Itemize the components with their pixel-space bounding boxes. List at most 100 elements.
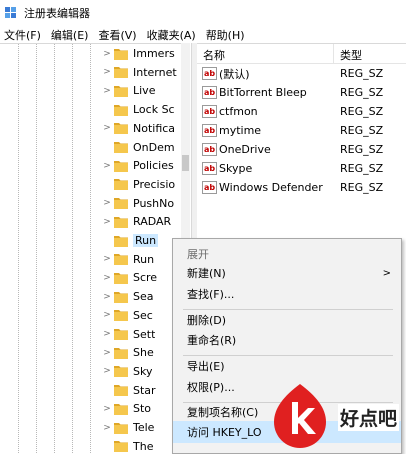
folder-icon <box>114 160 128 172</box>
value-type: REG_SZ <box>340 67 384 80</box>
value-name: BitTorrent Bleep <box>219 86 307 99</box>
value-name: Windows Defender <box>219 181 323 194</box>
tree-item-label: Precisio <box>133 177 176 191</box>
value-name: ctfmon <box>219 105 258 118</box>
tree-item[interactable]: Lock Sc <box>100 100 190 119</box>
expand-chevron-icon[interactable]: > <box>100 49 114 59</box>
string-value-icon: ab <box>202 181 217 194</box>
value-row[interactable]: ab OneDrive REG_SZ <box>197 140 406 159</box>
column-separator[interactable] <box>333 44 334 63</box>
expand-chevron-icon[interactable]: > <box>100 404 114 414</box>
value-row[interactable]: ab Skype REG_SZ <box>197 159 406 178</box>
menu-view[interactable]: 查看(V) <box>94 27 142 43</box>
folder-icon <box>114 329 128 340</box>
menu-file[interactable]: 文件(F) <box>0 27 47 43</box>
registry-tree[interactable]: > Immers > Internet > Live Lock Sc > Notifica OnD… <box>0 43 190 453</box>
column-header-name[interactable]: 名称 <box>203 47 225 63</box>
expand-chevron-icon[interactable]: > <box>100 292 114 302</box>
tree-item-label: Sky <box>133 364 153 378</box>
value-row[interactable]: ab mytime REG_SZ <box>197 121 406 140</box>
expand-chevron-icon[interactable]: > <box>100 86 114 96</box>
menu-favorites[interactable]: 收藏夹(A) <box>143 27 202 43</box>
expand-chevron-icon[interactable]: > <box>100 198 114 208</box>
tree-guide-line <box>90 44 91 453</box>
folder-icon <box>114 104 128 116</box>
folder-icon <box>114 123 128 135</box>
tree-guide-line <box>54 44 55 453</box>
tree-item[interactable]: > Internet <box>100 63 190 82</box>
context-item-label: 展开 <box>187 248 209 261</box>
context-item-label: 重命名(R) <box>187 334 237 347</box>
value-row[interactable]: ab BitTorrent Bleep REG_SZ <box>197 83 406 102</box>
folder-icon <box>114 347 128 359</box>
window-title: 注册表编辑器 <box>24 7 90 20</box>
value-row[interactable]: ab Windows Defender REG_SZ <box>197 178 406 197</box>
value-type: REG_SZ <box>340 105 384 118</box>
tree-item[interactable]: > Live <box>100 81 190 100</box>
tree-guide-line <box>36 44 37 453</box>
value-name: Skype <box>219 162 253 175</box>
expand-chevron-icon[interactable]: > <box>100 329 114 339</box>
value-type: REG_SZ <box>340 124 384 137</box>
value-name: OneDrive <box>219 143 271 156</box>
tree-item[interactable]: OnDem <box>100 138 190 157</box>
folder-icon <box>114 254 128 266</box>
tree-item-label: She <box>133 346 154 360</box>
string-value-icon: ab <box>202 105 217 118</box>
expand-chevron-icon[interactable]: > <box>100 273 114 283</box>
tree-item[interactable]: > Notifica <box>100 119 190 138</box>
expand-chevron-icon[interactable]: > <box>100 423 114 433</box>
tree-item-label: Internet <box>133 65 177 79</box>
context-item-rename[interactable]: 重命名(R) <box>173 329 401 351</box>
tree-item-label: Lock Sc <box>133 103 175 117</box>
tree-guide-line <box>18 44 19 453</box>
menu-edit[interactable]: 编辑(E) <box>47 27 95 43</box>
context-item-export[interactable]: 导出(E) <box>173 355 401 377</box>
tree-guide-line <box>72 44 73 453</box>
tree-item[interactable]: > RADAR <box>100 212 190 231</box>
tree-item-label: Run <box>133 252 155 266</box>
expand-chevron-icon[interactable]: > <box>100 310 114 320</box>
tree-item-label: Sett <box>133 327 156 341</box>
context-item-delete[interactable]: 删除(D) <box>173 309 401 331</box>
menu-help[interactable]: 帮助(H) <box>202 27 251 43</box>
tree-item-label: Sec <box>133 308 153 322</box>
folder-icon <box>114 198 128 210</box>
value-type: REG_SZ <box>340 143 384 156</box>
expand-chevron-icon[interactable]: > <box>100 161 114 171</box>
tree-item-label: PushNo <box>133 196 175 210</box>
folder-icon <box>114 310 128 322</box>
folder-icon <box>114 216 128 228</box>
folder-icon <box>114 67 128 79</box>
expand-chevron-icon[interactable]: > <box>100 67 114 77</box>
expand-chevron-icon[interactable]: > <box>100 217 114 227</box>
folder-icon <box>114 85 128 97</box>
tree-item-label: The <box>133 439 154 453</box>
folder-icon <box>114 272 128 284</box>
tree-item[interactable]: > Policies <box>100 156 190 175</box>
value-name: (默认) <box>219 67 250 81</box>
expand-chevron-icon[interactable]: > <box>100 123 114 133</box>
context-item-label: 导出(E) <box>187 360 225 373</box>
context-item-new[interactable]: 新建(N) > <box>173 262 401 284</box>
tree-item[interactable]: > PushNo <box>100 194 190 213</box>
context-item-label: 删除(D) <box>187 314 227 327</box>
tree-item-label: Tele <box>133 421 155 434</box>
column-header-type[interactable]: 类型 <box>340 47 362 63</box>
value-row[interactable]: ab (默认) REG_SZ <box>197 64 406 83</box>
expand-chevron-icon[interactable]: > <box>100 348 114 358</box>
expand-chevron-icon[interactable]: > <box>100 366 114 376</box>
expand-chevron-icon[interactable]: > <box>100 254 114 264</box>
context-item-find[interactable]: 查找(F)... <box>173 283 401 305</box>
tree-scrollbar-thumb[interactable] <box>182 155 189 171</box>
tree-item-label: OnDem <box>133 140 175 154</box>
value-row[interactable]: ab ctfmon REG_SZ <box>197 102 406 121</box>
tree-item[interactable]: > Immers <box>100 44 190 63</box>
tree-item-label: Policies <box>133 159 174 173</box>
tree-item[interactable]: Precisio <box>100 175 190 194</box>
values-header: 名称 类型 <box>197 44 406 64</box>
folder-icon <box>114 441 128 453</box>
folder-icon <box>114 179 128 191</box>
value-name: mytime <box>219 124 262 137</box>
folder-icon <box>114 385 128 397</box>
